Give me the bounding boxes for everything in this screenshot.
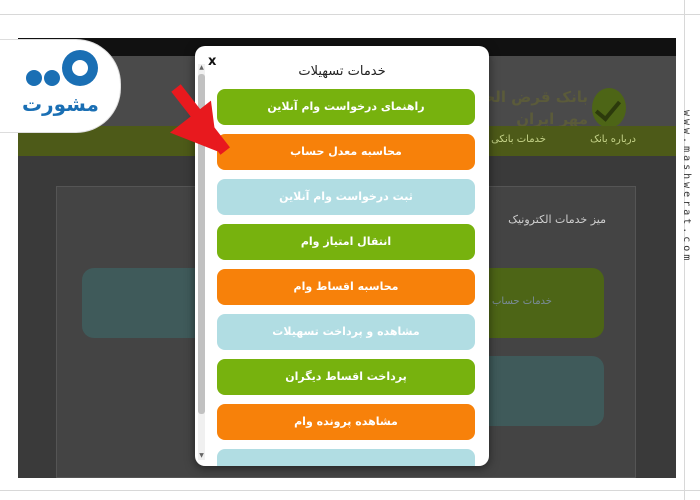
frame-top-line xyxy=(0,14,700,15)
loan-transfer-button[interactable]: انتقال امتیاز وام xyxy=(217,224,475,260)
modal-title: خدمات تسهیلات xyxy=(298,64,386,79)
brand-bubbles-icon xyxy=(26,50,98,86)
card-label-account: خدمات حساب xyxy=(492,296,552,307)
site-watermark: www.mashwerat.com xyxy=(681,110,692,264)
online-loan-guide-button[interactable]: راهنمای درخواست وام آنلاین xyxy=(217,89,475,125)
bank-logo-icon xyxy=(592,88,626,128)
brand-name: مشورت xyxy=(22,92,99,116)
partial-button[interactable] xyxy=(217,449,475,466)
screenshot-frame: بانک قرض الحسنه مهر ایران درباره بانک خد… xyxy=(0,0,700,500)
frame-bottom-line xyxy=(0,490,700,491)
scroll-down-icon[interactable]: ▼ xyxy=(198,452,205,460)
services-desk-title: میز خدمات الکترونیک xyxy=(508,213,606,226)
view-pay-loans-button[interactable]: مشاهده و پرداخت تسهیلات xyxy=(217,314,475,350)
installment-calc-button[interactable]: محاسبه اقساط وام xyxy=(217,269,475,305)
online-loan-request-button[interactable]: ثبت درخواست وام آنلاین xyxy=(217,179,475,215)
view-loan-file-button[interactable]: مشاهده پرونده وام xyxy=(217,404,475,440)
nav-item-services[interactable]: خدمات بانکی xyxy=(491,134,546,145)
account-average-button[interactable]: محاسبه معدل حساب xyxy=(217,134,475,170)
loan-services-modal: x ▲ ▼ خدمات تسهیلات راهنمای درخواست وام … xyxy=(195,46,489,466)
nav-item-about[interactable]: درباره بانک xyxy=(590,134,636,145)
brand-logo: مشورت xyxy=(0,40,120,132)
pay-others-installments-button[interactable]: پرداخت اقساط دیگران xyxy=(217,359,475,395)
